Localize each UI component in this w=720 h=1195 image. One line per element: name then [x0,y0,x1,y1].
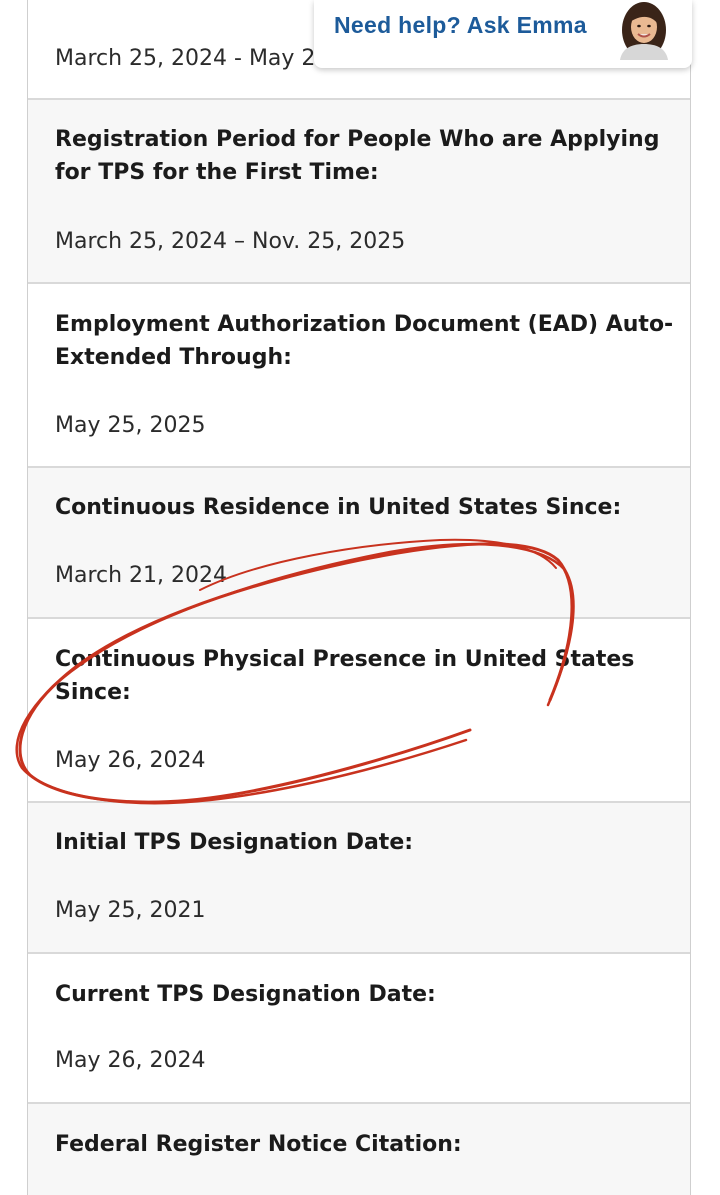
federal-register-citation-label: Federal Register Notice Citation: [55,1132,462,1157]
table-row-first-time-registration: Registration Period for People Who are A… [28,100,690,284]
current-designation-value: May 26, 2024 [55,1048,206,1073]
table-row-ead-extension: Employment Authorization Document (EAD) … [28,284,690,468]
table-row-initial-designation: Initial TPS Designation Date: May 25, 20… [28,803,690,954]
table-row-federal-register-citation: Federal Register Notice Citation: [28,1104,690,1195]
continuous-physical-presence-label: Continuous Physical Presence in United S… [55,647,635,705]
tps-details-card: March 25, 2024 - May 24 Registration Per… [27,0,691,1195]
agent-avatar-icon [620,2,668,60]
reregistration-period-value: March 25, 2024 - May 24 [55,46,330,71]
continuous-physical-presence-value: May 26, 2024 [55,748,206,773]
table-row-continuous-physical-presence: Continuous Physical Presence in United S… [28,619,690,803]
ask-emma-help-button[interactable]: Need help? Ask Emma [314,0,692,68]
first-time-registration-value: March 25, 2024 – Nov. 25, 2025 [55,229,406,254]
initial-designation-value: May 25, 2021 [55,898,206,923]
ask-emma-label: Need help? Ask Emma [334,12,587,38]
table-row-continuous-residence: Continuous Residence in United States Si… [28,468,690,619]
continuous-residence-value: March 21, 2024 [55,563,228,588]
ead-extension-label: Employment Authorization Document (EAD) … [55,312,674,370]
first-time-registration-label: Registration Period for People Who are A… [55,127,660,185]
table-row-current-designation: Current TPS Designation Date: May 26, 20… [28,954,690,1104]
current-designation-label: Current TPS Designation Date: [55,982,436,1007]
continuous-residence-label: Continuous Residence in United States Si… [55,495,622,520]
initial-designation-label: Initial TPS Designation Date: [55,830,414,855]
ead-extension-value: May 25, 2025 [55,413,206,438]
